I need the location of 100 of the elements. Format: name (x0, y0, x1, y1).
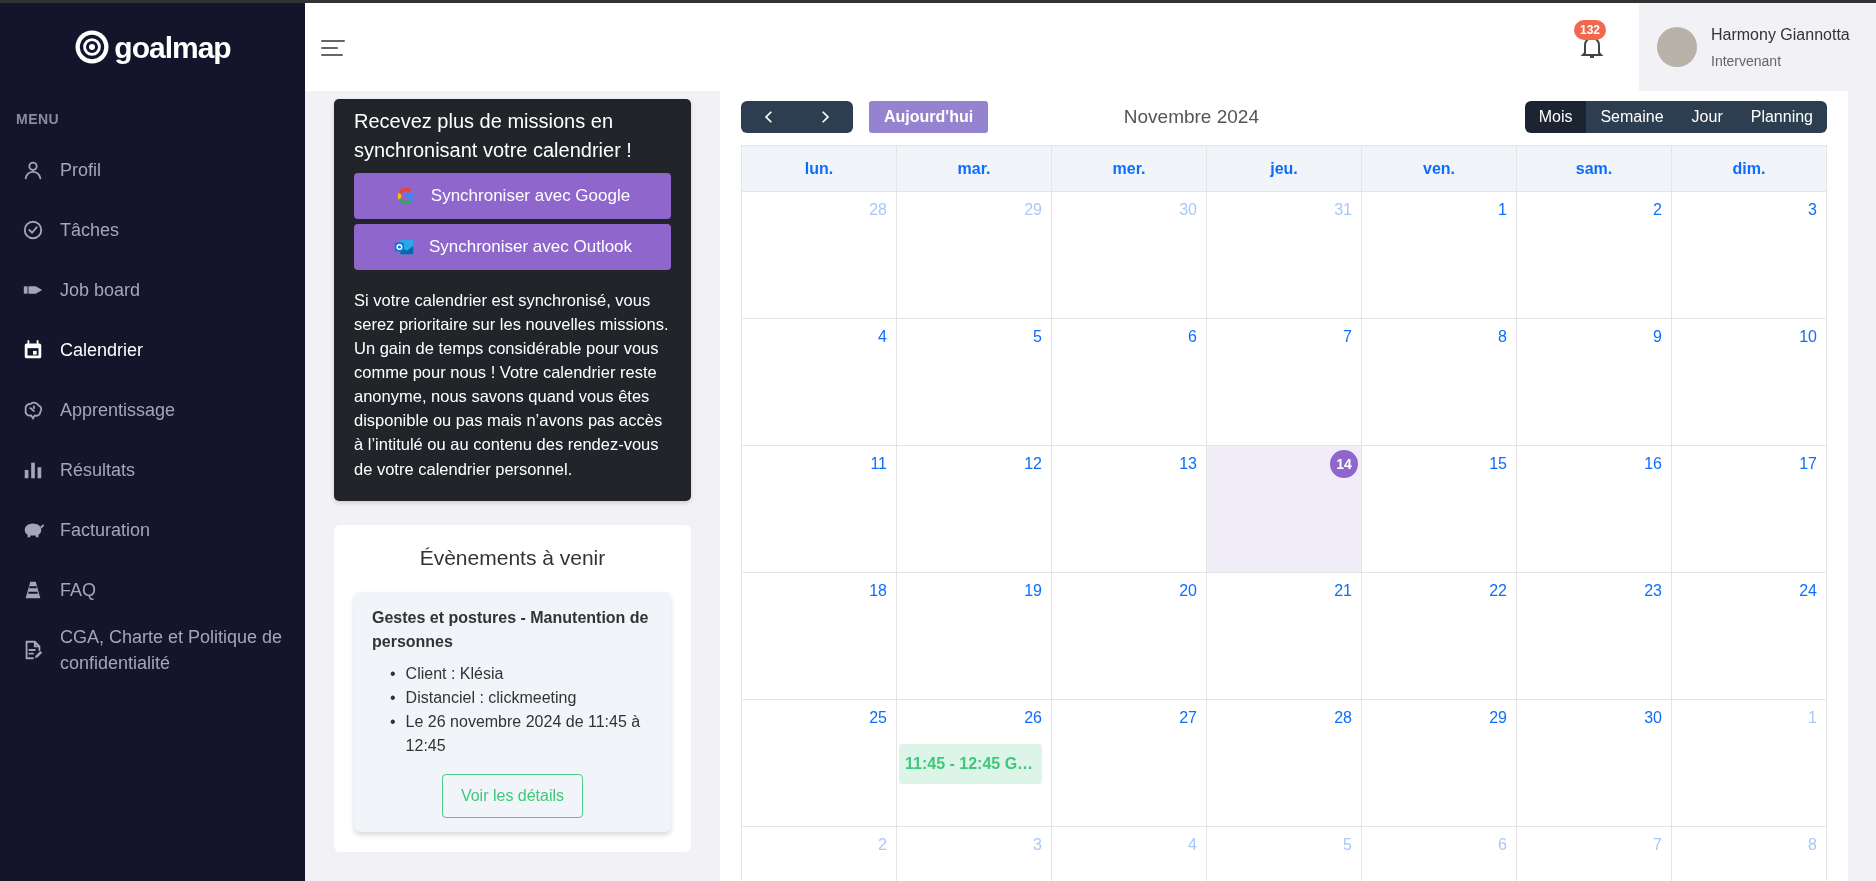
day-number: 30 (1644, 708, 1662, 728)
day-number: 28 (1334, 708, 1352, 728)
view-tab[interactable]: Mois (1524, 101, 1587, 133)
day-cell[interactable]: 23 (1517, 573, 1672, 700)
event-detail: Distanciel : clickmeeting (405, 687, 577, 708)
day-cell[interactable]: 18 (742, 573, 897, 700)
day-number: 27 (1179, 708, 1197, 728)
day-cell[interactable]: 11 (742, 446, 897, 573)
day-cell[interactable]: 21 (1207, 573, 1362, 700)
logo-text: goalmap (114, 29, 231, 66)
day-cell[interactable]: 10 (1672, 319, 1827, 446)
day-number: 6 (1498, 835, 1507, 855)
today-cell[interactable]: 14 (1207, 446, 1362, 573)
month-title: Novembre 2024 (1123, 105, 1259, 127)
day-cell[interactable]: 8 (1362, 319, 1517, 446)
day-number: 28 (869, 200, 887, 220)
day-cell[interactable]: 16 (1517, 446, 1672, 573)
day-number: 6 (1188, 327, 1197, 347)
day-cell[interactable]: 15 (1362, 446, 1517, 573)
day-cell[interactable]: 22 (1362, 573, 1517, 700)
view-tab[interactable]: Semaine (1586, 101, 1678, 133)
view-tab[interactable]: Jour (1677, 101, 1737, 133)
day-number: 21 (1334, 581, 1352, 601)
today-button[interactable]: Aujourd'hui (869, 101, 989, 133)
day-cell[interactable]: 9 (1517, 319, 1672, 446)
weekday-header: dim. (1672, 146, 1827, 192)
day-number: 30 (1179, 200, 1197, 220)
weekday-header: mer. (1052, 146, 1207, 192)
day-number: 26 (1024, 708, 1042, 728)
day-number: 29 (1489, 708, 1507, 728)
event-title: Gestes et postures - Manutention de personnes (372, 607, 650, 652)
sidebar-item[interactable]: Tâches (0, 200, 305, 260)
sync-button[interactable]: Synchroniser avec Google (354, 173, 671, 219)
day-cell[interactable]: 5 (897, 319, 1052, 446)
sync-description: Si votre calendrier est synchronisé, vous serez prioritaire sur les nouvelles missions. Un gain de temps considérable pour vous comme pour nous ! Votre calendrier reste anonyme, nous savons quand vous êtes disponible ou pas mais n’avons pas accès à l’intitulé ou au contenu des rendez-vous de votre calendrier personnel. (354, 290, 670, 480)
day-number: 5 (1343, 835, 1352, 855)
day-cell[interactable]: 4 (742, 319, 897, 446)
day-number: 1 (1498, 200, 1507, 220)
day-number: 3 (1808, 200, 1817, 220)
day-number: 15 (1489, 454, 1507, 474)
day-number: 31 (1334, 200, 1352, 220)
sidebar-item[interactable]: Apprentissage (0, 380, 305, 440)
menu-heading: MENU (15, 110, 61, 129)
day-number: 24 (1799, 581, 1817, 601)
day-cell[interactable]: 2 (1517, 192, 1672, 319)
weekday-header: lun. (742, 146, 897, 192)
sidebar-item[interactable]: CGA, Charte et Politique de confidentialité (0, 620, 305, 680)
day-number: 7 (1343, 327, 1352, 347)
next-button[interactable] (797, 101, 853, 133)
day-number: 29 (1024, 200, 1042, 220)
day-number: 13 (1179, 454, 1197, 474)
day-number: 1 (1808, 708, 1817, 728)
day-cell[interactable]: 6 (1052, 319, 1207, 446)
sidebar-item[interactable]: Facturation (0, 500, 305, 560)
sidebar-item[interactable]: FAQ (0, 560, 305, 620)
event-detail: Client : Klésia (405, 663, 504, 684)
view-tab[interactable]: Planning (1736, 101, 1827, 133)
day-number: 8 (1498, 327, 1507, 347)
notification-count: 132 (1574, 20, 1607, 40)
calendar-icon (22, 339, 44, 361)
bullet-mark: • (390, 687, 396, 708)
weekday-header: mar. (897, 146, 1052, 192)
sidebar-item[interactable]: Calendrier (0, 320, 305, 380)
day-number: 3 (1033, 835, 1042, 855)
day-cell[interactable]: 24 (1672, 573, 1827, 700)
day-cell[interactable]: 30 (1517, 700, 1672, 827)
day-cell[interactable]: 29 (1362, 700, 1517, 827)
day-cell[interactable]: 1 (1362, 192, 1517, 319)
weekday-header: sam. (1517, 146, 1672, 192)
bullet-mark: • (390, 663, 396, 684)
day-number: 2 (1653, 200, 1662, 220)
day-cell[interactable]: 27 (1052, 700, 1207, 827)
day-number: 16 (1644, 454, 1662, 474)
day-number: 10 (1799, 327, 1817, 347)
sidebar-item[interactable]: Résultats (0, 440, 305, 500)
day-number: 4 (1188, 835, 1197, 855)
day-number: 20 (1179, 581, 1197, 601)
previous-button[interactable] (741, 101, 797, 133)
day-number: 7 (1653, 835, 1662, 855)
sidebar-item[interactable]: Profil (0, 140, 305, 200)
day-cell[interactable]: 12 (897, 446, 1052, 573)
day-number: 8 (1808, 835, 1817, 855)
day-number: 19 (1024, 581, 1042, 601)
day-cell[interactable]: 3 (1672, 192, 1827, 319)
day-cell[interactable]: 28 (1207, 700, 1362, 827)
user-name: Harmony Giannotta (1711, 24, 1850, 45)
day-cell[interactable]: 26 11:45 - 12:45 G… (897, 700, 1052, 827)
day-number: 17 (1799, 454, 1817, 474)
day-cell[interactable]: 19 (897, 573, 1052, 700)
day-cell[interactable]: 20 (1052, 573, 1207, 700)
day-number: 9 (1653, 327, 1662, 347)
sync-button[interactable]: Synchroniser avec Outlook (354, 224, 671, 270)
day-number: 12 (1024, 454, 1042, 474)
event-detail: Le 26 novembre 2024 de 11:45 à 12:45 (405, 711, 642, 756)
day-cell[interactable]: 17 (1672, 446, 1827, 573)
day-number: 18 (869, 581, 887, 601)
sidebar-item[interactable]: Job board (0, 260, 305, 320)
bullet-mark: • (390, 711, 396, 732)
day-cell[interactable]: 25 (742, 700, 897, 827)
day-number: 22 (1489, 581, 1507, 601)
